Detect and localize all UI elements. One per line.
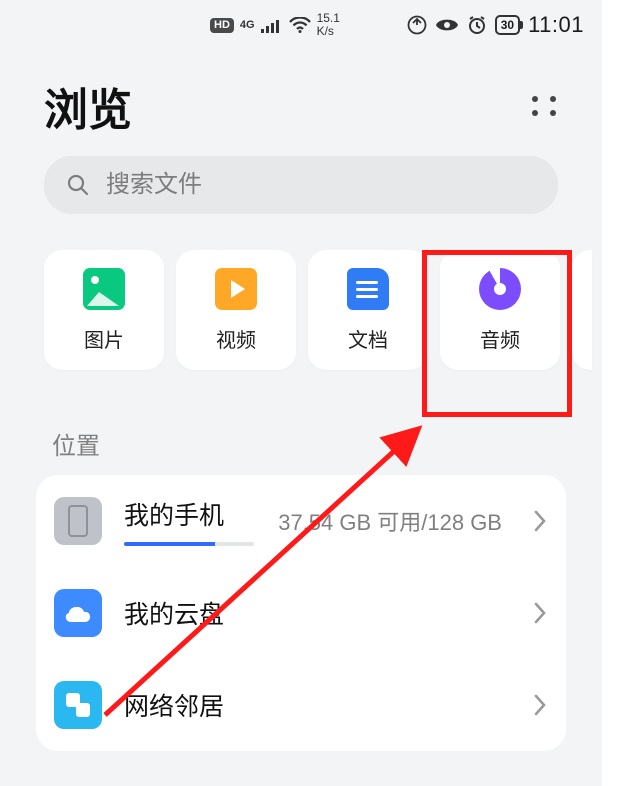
signal-bars-icon	[261, 17, 283, 33]
search-icon	[66, 173, 90, 197]
category-images[interactable]: 图片	[44, 250, 164, 370]
category-video[interactable]: 视频	[176, 250, 296, 370]
sync-icon	[407, 15, 427, 35]
more-menu-button[interactable]	[530, 92, 558, 120]
location-my-cloud[interactable]: 我的云盘	[54, 567, 548, 659]
search-bar[interactable]	[44, 156, 558, 214]
alarm-icon	[467, 15, 487, 35]
document-icon	[347, 268, 389, 310]
location-network-neighbors[interactable]: 网络邻居	[54, 659, 548, 751]
category-label: 音频	[480, 324, 520, 353]
audio-icon	[479, 268, 521, 310]
chevron-right-icon	[532, 601, 548, 625]
category-label: 视频	[216, 324, 256, 353]
cloud-icon	[54, 589, 102, 637]
wifi-icon	[289, 17, 311, 33]
hd-badge: HD	[210, 18, 234, 33]
section-locations-label: 位置	[0, 370, 602, 475]
status-bar: HD 4G 15.1 K/s	[0, 0, 602, 50]
category-audio[interactable]: 音频	[440, 250, 560, 370]
page-title: 浏览	[44, 74, 132, 138]
eye-icon	[435, 17, 459, 33]
image-icon	[83, 268, 125, 310]
locations-list: 我的手机 37.54 GB 可用/128 GB 我的云盘	[36, 475, 566, 751]
location-title: 我的云盘	[124, 595, 510, 631]
video-icon	[215, 268, 257, 310]
search-input[interactable]	[106, 171, 536, 199]
location-my-phone[interactable]: 我的手机 37.54 GB 可用/128 GB	[54, 475, 548, 567]
category-label: 图片	[84, 324, 124, 353]
category-next-peek[interactable]	[572, 250, 592, 370]
storage-text: 37.54 GB 可用/128 GB	[278, 505, 502, 537]
network-speed: 15.1 K/s	[317, 12, 340, 38]
network-icon	[54, 681, 102, 729]
category-row[interactable]: 图片 视频 文档 音频	[0, 250, 602, 370]
category-docs[interactable]: 文档	[308, 250, 428, 370]
chevron-right-icon	[532, 509, 548, 533]
network-4g-icon: 4G	[240, 20, 255, 31]
battery-icon: 30	[495, 15, 520, 35]
location-title: 网络邻居	[124, 687, 510, 723]
location-title: 我的手机	[124, 496, 256, 532]
chevron-right-icon	[532, 693, 548, 717]
phone-icon	[54, 497, 102, 545]
clock-time: 11:01	[528, 12, 584, 38]
storage-progress	[124, 542, 254, 546]
category-label: 文档	[348, 324, 388, 353]
